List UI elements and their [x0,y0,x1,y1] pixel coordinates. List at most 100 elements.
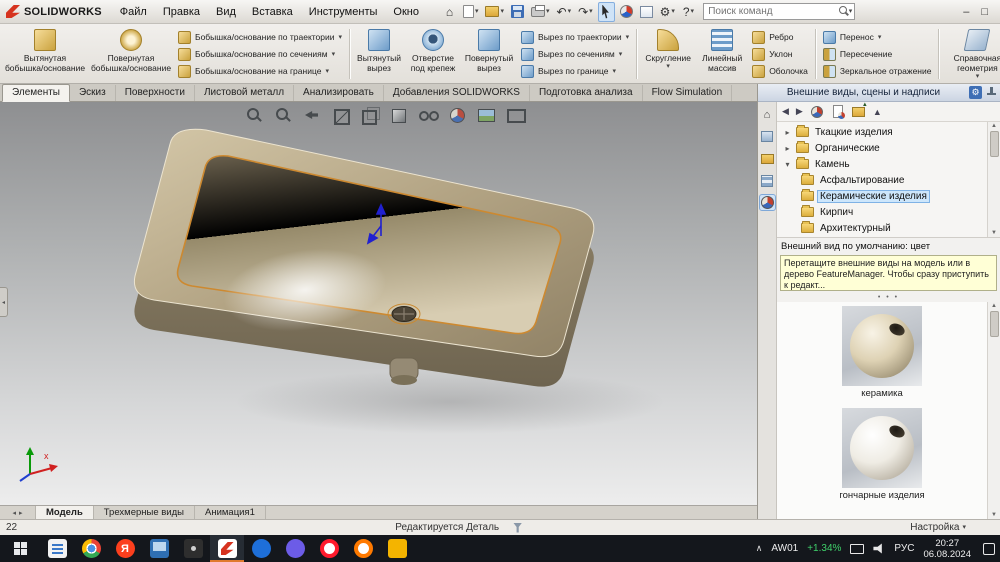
expand-up-icon[interactable]: ▲ [873,107,882,117]
menu-edit[interactable]: Правка [155,0,208,24]
hide-show-items-icon[interactable] [419,107,439,123]
draft-row[interactable]: Уклон [752,47,808,61]
tab-surfaces[interactable]: Поверхности [116,85,195,101]
zoom-fit-icon[interactable] [245,107,263,123]
menu-file[interactable]: Файл [112,0,155,24]
graphics-area[interactable]: x ◂ [0,102,757,505]
tab-sheet-metal[interactable]: Листовой металл [195,85,295,101]
options-button[interactable]: ⚙ ▾ [658,2,677,22]
minimize-button[interactable]: – [963,6,969,18]
swept-cut-row[interactable]: Вырез по траектории ▾ [521,30,629,44]
view-palette-icon[interactable] [760,173,775,188]
view-settings-icon[interactable] [506,107,526,123]
scroll-right-icon[interactable]: ▸ [19,509,23,517]
display-style-icon[interactable] [390,107,408,123]
reference-geometry-button[interactable]: Справочная геометрия ▾ [942,26,1000,82]
restore-button[interactable]: □ [981,6,988,18]
up-one-level-button[interactable] [852,105,866,119]
tab-features[interactable]: Элементы [2,84,70,102]
lofted-boss-row[interactable]: Бобышка/основание по сечениям ▾ [178,47,342,61]
fillet-button[interactable]: Скругление ▾ [640,26,696,82]
boundary-cut-row[interactable]: Вырез по границе ▾ [521,64,629,78]
tree-item-ceramics[interactable]: Керамические изделия [777,188,987,204]
feature-tree-collapse-handle[interactable]: ◂ [0,287,8,317]
tab-3d-views[interactable]: Трехмерные виды [94,506,195,519]
taskbar-yandex[interactable]: Я [108,535,142,562]
tab-solidworks-addins[interactable]: Добавления SOLIDWORKS [384,85,530,101]
taskbar-orange-app[interactable] [346,535,380,562]
taskbar-app-generic[interactable] [40,535,74,562]
tree-item-architectural[interactable]: Архитектурный [777,220,987,236]
taskbar-blue-app[interactable] [244,535,278,562]
filter-icon[interactable] [513,522,523,533]
taskbar-dark-app[interactable] [176,535,210,562]
add-file-appearance-button[interactable] [831,105,845,119]
ticker-symbol[interactable]: AW01 [771,543,798,554]
home-button[interactable]: ⌂ [441,2,458,22]
shell-row[interactable]: Оболочка [752,64,808,78]
lofted-cut-row[interactable]: Вырез по сечениям ▾ [521,47,629,61]
design-library-icon[interactable] [760,129,775,144]
apply-scene-icon[interactable] [477,107,495,123]
save-button[interactable] [509,2,526,22]
select-tool-button[interactable] [597,1,615,22]
notification-center-icon[interactable] [983,542,995,555]
extruded-cut-button[interactable]: Вытянутый вырез [353,26,405,82]
menu-window[interactable]: Окно [385,0,427,24]
hidden-icons-button[interactable]: ∧ [756,543,763,554]
scroll-down-icon[interactable]: ▼ [991,230,997,236]
intersect-row[interactable]: Пересечение [822,47,932,61]
rib-row[interactable]: Ребро [752,30,808,44]
menu-insert[interactable]: Вставка [244,0,301,24]
scrollbar-thumb[interactable] [989,311,999,337]
new-document-button[interactable]: ▾ [461,2,481,22]
menu-tools[interactable]: Инструменты [301,0,386,24]
zoom-area-icon[interactable] [274,107,292,123]
boundary-boss-row[interactable]: Бобышка/основание на границе ▾ [178,64,342,78]
tab-sketch[interactable]: Эскиз [70,85,116,101]
back-button[interactable]: ◀ [782,106,789,117]
move-row[interactable]: Перенос ▾ [822,30,932,44]
redo-button[interactable]: ↷ ▾ [576,2,595,22]
thumbnail-ceramic[interactable]: керамика [842,306,922,399]
gear-icon[interactable]: ⚙ [969,86,982,99]
tree-item-asphalt[interactable]: Асфальтирование [777,172,987,188]
tree-item-stone[interactable]: ▾ Камень [777,156,987,172]
splitter-handle[interactable]: • • • [777,292,1000,302]
tab-evaluate[interactable]: Анализировать [294,85,384,101]
tab-animation1[interactable]: Анимация1 [195,506,266,519]
tree-item-weaving[interactable]: ▸ Ткацкие изделия [777,124,987,140]
taskbar-explorer[interactable] [142,535,176,562]
pin-icon[interactable] [986,87,996,98]
edit-appearance-icon[interactable] [448,107,466,123]
view-orientation-icon[interactable] [361,107,380,125]
volume-icon[interactable] [873,543,882,554]
section-view-icon[interactable] [332,107,350,125]
tree-item-organic[interactable]: ▸ Органические [777,140,987,156]
tab-scroll-buttons[interactable]: ◂ ▸ [0,506,36,519]
hole-wizard-button[interactable]: Отверстие под крепеж [405,26,461,82]
network-icon[interactable] [850,543,865,554]
appearances-root-button[interactable] [810,105,824,119]
start-button[interactable] [0,535,40,562]
thumbnail-pottery[interactable]: гончарные изделия [839,408,925,501]
revolved-cut-button[interactable]: Повернутый вырез [461,26,517,82]
taskbar-solidworks[interactable] [210,535,244,562]
resources-home-icon[interactable]: ⌂ [760,107,775,122]
tab-analysis-preparation[interactable]: Подготовка анализа [530,85,643,101]
scroll-up-icon[interactable]: ▲ [991,123,997,129]
search-input[interactable] [708,6,838,17]
tab-flow-simulation[interactable]: Flow Simulation [643,85,733,101]
chevron-right-icon[interactable]: ▸ [783,128,792,137]
extruded-boss-button[interactable]: Вытянутая бобышка/основание [2,26,88,82]
chevron-right-icon[interactable]: ▸ [783,144,792,153]
linear-pattern-button[interactable]: Линейный массив [696,26,748,82]
appearance-ball-button[interactable] [618,2,635,22]
scroll-left-icon[interactable]: ◂ [12,509,16,517]
mirror-row[interactable]: Зеркальное отражение [822,64,931,78]
open-button[interactable]: ▾ [483,2,506,22]
appearances-tab-icon[interactable] [758,194,776,211]
swept-boss-row[interactable]: Бобышка/основание по траектории ▾ [178,30,342,44]
tree-scrollbar[interactable]: ▲ ▼ [987,122,1000,237]
menu-view[interactable]: Вид [208,0,244,24]
